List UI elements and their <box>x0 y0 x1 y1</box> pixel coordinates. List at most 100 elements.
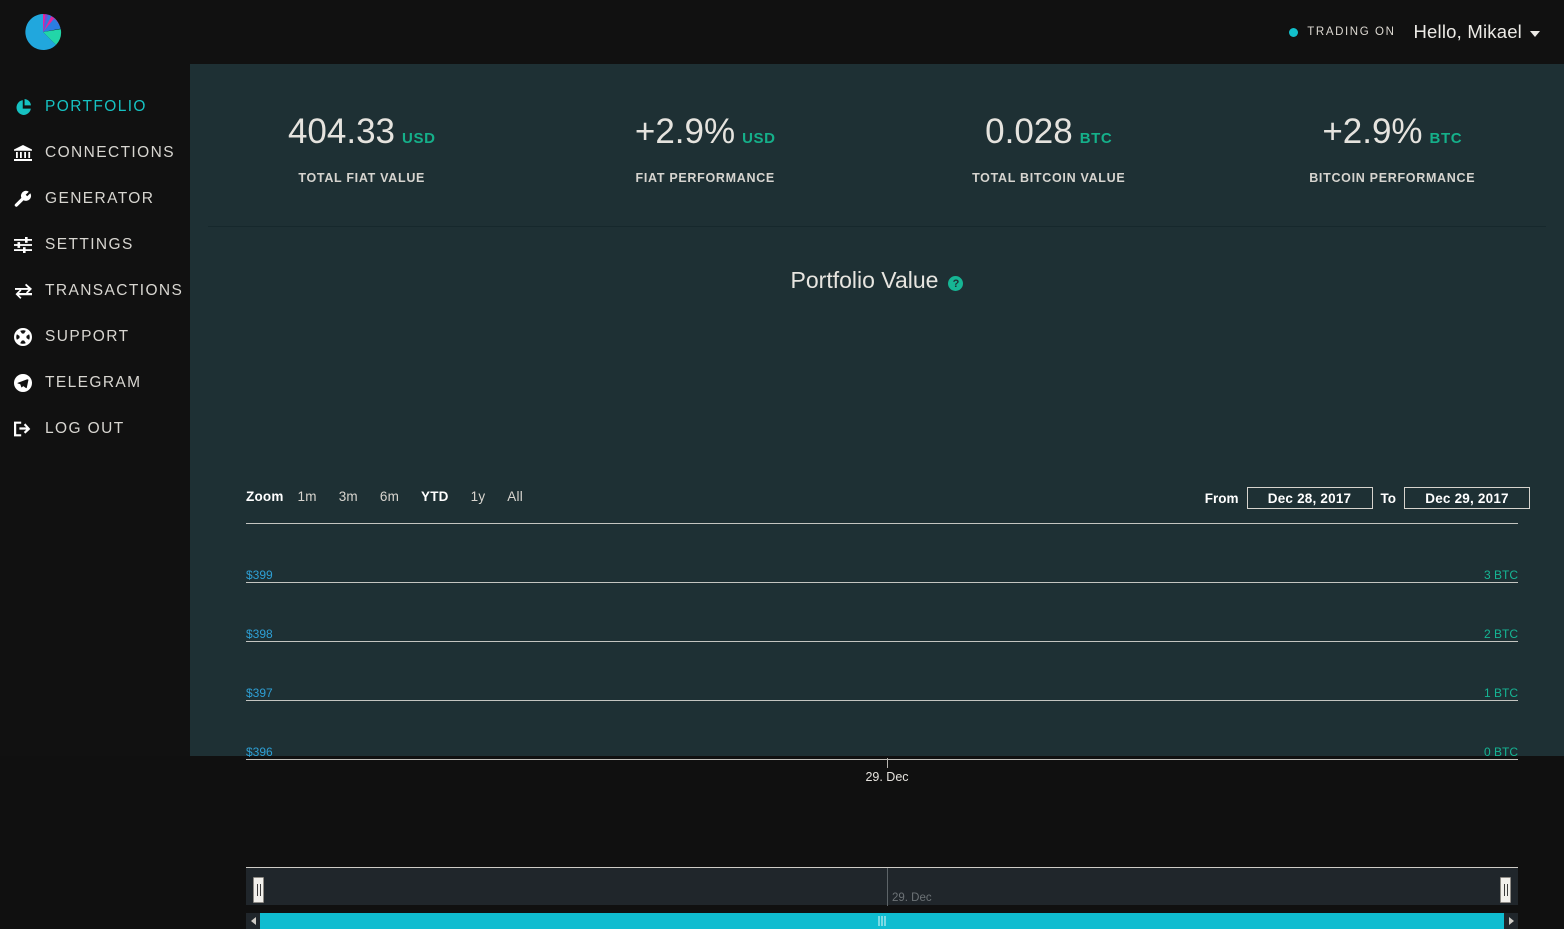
sidebar-item-label: PORTFOLIO <box>45 98 147 116</box>
stat-value: +2.9% BTC <box>1221 112 1564 159</box>
stat-unit: BTC <box>1080 130 1113 147</box>
stat-value: +2.9% USD <box>534 112 878 159</box>
top-bar: TRADING ON Hello, Mikael <box>0 0 1564 64</box>
y-axis-right-tick: 0 BTC <box>1484 745 1518 759</box>
gridline-bottom <box>246 759 1518 760</box>
sidebar-item-label: SUPPORT <box>45 328 129 346</box>
bank-icon <box>12 142 34 164</box>
stat-label: BITCOIN PERFORMANCE <box>1221 171 1564 185</box>
chart-plot-area[interactable]: $399 $398 $397 $396 3 BTC 2 BTC 1 BTC 0 … <box>246 523 1518 759</box>
sidebar-item-settings[interactable]: SETTINGS <box>0 222 190 268</box>
gridline <box>246 582 1518 583</box>
sidebar-item-connections[interactable]: CONNECTIONS <box>0 130 190 176</box>
zoom-button-ytd[interactable]: YTD <box>421 489 449 504</box>
stat-fiat-performance: +2.9% USD FIAT PERFORMANCE <box>534 112 878 212</box>
sliders-icon <box>12 234 34 256</box>
question-mark-icon[interactable]: ? <box>948 276 963 291</box>
main-content: 404.33 USD TOTAL FIAT VALUE +2.9% USD FIAT… <box>190 64 1564 756</box>
sidebar-item-support[interactable]: SUPPORT <box>0 314 190 360</box>
sidebar-item-label: TRANSACTIONS <box>45 282 183 300</box>
sidebar-item-label: LOG OUT <box>45 420 125 438</box>
chevron-down-icon <box>1530 31 1540 37</box>
y-axis-left-tick: $397 <box>246 686 273 700</box>
sign-out-icon <box>12 418 34 440</box>
y-axis-right-tick: 2 BTC <box>1484 627 1518 641</box>
scrollbar-arrow-left[interactable] <box>246 913 260 929</box>
scrollbar-thumb[interactable] <box>260 913 1504 929</box>
summary-stats: 404.33 USD TOTAL FIAT VALUE +2.9% USD FIAT… <box>190 64 1564 212</box>
navigator-handle-right[interactable] <box>1500 877 1511 903</box>
scrollbar-arrow-right[interactable] <box>1504 913 1518 929</box>
portfolio-chart: Portfolio Value ? Zoom 1m 3m 6m YTD 1y A… <box>190 227 1564 747</box>
stat-unit: BTC <box>1430 130 1463 147</box>
y-axis-left-tick: $396 <box>246 745 273 759</box>
app-logo[interactable] <box>0 0 190 64</box>
stat-value: 404.33 USD <box>190 112 534 159</box>
zoom-label: Zoom <box>246 489 284 504</box>
zoom-button-1m[interactable]: 1m <box>298 489 317 504</box>
user-greeting: Hello, Mikael <box>1414 21 1523 43</box>
trading-status-dot-icon <box>1289 28 1298 37</box>
chart-title: Portfolio Value ? <box>190 227 1564 294</box>
trading-status-label: TRADING ON <box>1307 26 1395 38</box>
sidebar-item-label: TELEGRAM <box>45 374 141 392</box>
sidebar-item-label: CONNECTIONS <box>45 144 175 162</box>
from-label: From <box>1205 491 1239 506</box>
y-axis-right-tick: 1 BTC <box>1484 686 1518 700</box>
stat-unit: USD <box>742 130 775 147</box>
zoom-button-group: Zoom 1m 3m 6m YTD 1y All <box>246 489 545 504</box>
sidebar-item-portfolio[interactable]: PORTFOLIO <box>0 84 190 130</box>
stat-label: TOTAL FIAT VALUE <box>190 171 534 185</box>
x-axis-tick-mark <box>887 758 888 768</box>
navigator-handle-left[interactable] <box>253 877 264 903</box>
sidebar-item-log-out[interactable]: LOG OUT <box>0 406 190 452</box>
chart-scrollbar[interactable] <box>246 913 1518 929</box>
user-menu[interactable]: Hello, Mikael <box>1414 21 1541 43</box>
stat-total-fiat-value: 404.33 USD TOTAL FIAT VALUE <box>190 112 534 212</box>
gridline <box>246 700 1518 701</box>
from-date-input[interactable] <box>1247 487 1373 509</box>
stat-number: +2.9% <box>635 112 735 151</box>
chart-navigator[interactable]: 29. Dec <box>246 867 1518 905</box>
pie-chart-icon <box>12 96 34 118</box>
scrollbar-grip-icon <box>879 916 886 926</box>
sidebar-item-label: GENERATOR <box>45 190 154 208</box>
exchange-icon <box>12 280 34 302</box>
zoom-button-6m[interactable]: 6m <box>380 489 399 504</box>
stat-label: TOTAL BITCOIN VALUE <box>877 171 1221 185</box>
sidebar-item-label: SETTINGS <box>45 236 134 254</box>
y-axis-left-tick: $398 <box>246 627 273 641</box>
page-title: Portfolio Value <box>791 267 939 294</box>
stat-number: 404.33 <box>288 112 395 151</box>
triangle-right-icon <box>1509 917 1514 925</box>
triangle-left-icon <box>251 917 256 925</box>
range-selector: Zoom 1m 3m 6m YTD 1y All From To <box>190 489 1564 513</box>
navigator-gridline <box>887 868 888 906</box>
zoom-button-all[interactable]: All <box>507 489 523 504</box>
y-axis-left-tick: $399 <box>246 568 273 582</box>
stat-bitcoin-performance: +2.9% BTC BITCOIN PERFORMANCE <box>1221 112 1564 212</box>
pie-chart-logo-icon <box>24 13 62 51</box>
stat-total-bitcoin-value: 0.028 BTC TOTAL BITCOIN VALUE <box>877 112 1221 212</box>
stat-number: 0.028 <box>985 112 1073 151</box>
stat-number: +2.9% <box>1322 112 1422 151</box>
y-axis-right-tick: 3 BTC <box>1484 568 1518 582</box>
gridline-top <box>246 523 1518 524</box>
telegram-icon <box>12 372 34 394</box>
stat-label: FIAT PERFORMANCE <box>534 171 878 185</box>
sidebar-item-generator[interactable]: GENERATOR <box>0 176 190 222</box>
date-range-inputs: From To <box>1205 487 1530 509</box>
top-bar-right: TRADING ON Hello, Mikael <box>1289 21 1564 43</box>
zoom-button-3m[interactable]: 3m <box>339 489 358 504</box>
gridline <box>246 641 1518 642</box>
trading-status: TRADING ON <box>1289 26 1395 38</box>
sidebar-item-transactions[interactable]: TRANSACTIONS <box>0 268 190 314</box>
life-ring-icon <box>12 326 34 348</box>
stat-value: 0.028 BTC <box>877 112 1221 159</box>
sidebar-item-telegram[interactable]: TELEGRAM <box>0 360 190 406</box>
to-date-input[interactable] <box>1404 487 1530 509</box>
x-axis-tick-label: 29. Dec <box>865 770 908 784</box>
sidebar: PORTFOLIO CONNECTIONS GENERATOR SETTINGS… <box>0 64 190 756</box>
zoom-button-1y[interactable]: 1y <box>471 489 486 504</box>
stat-unit: USD <box>402 130 435 147</box>
